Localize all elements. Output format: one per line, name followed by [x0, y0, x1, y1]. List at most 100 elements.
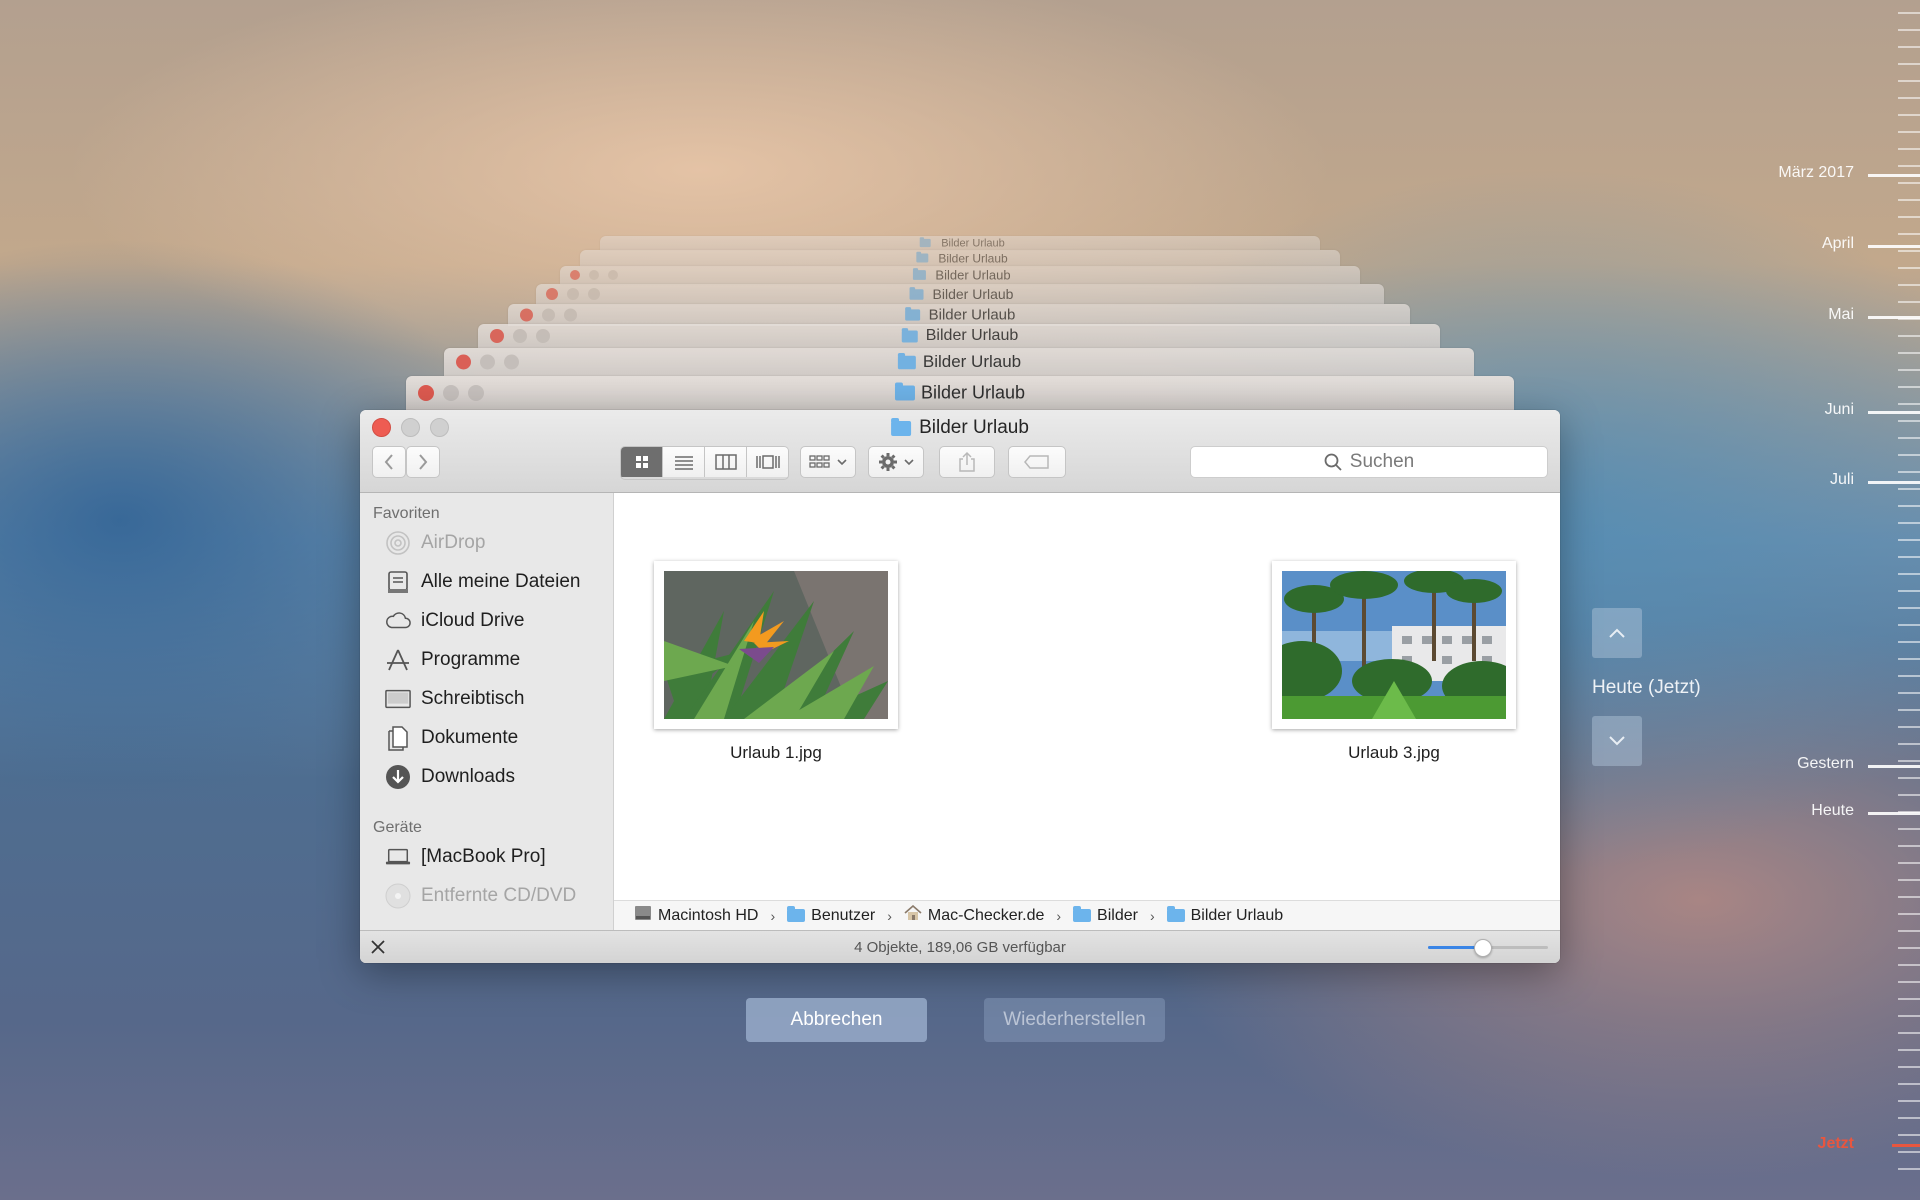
timeline-tick: [1898, 1015, 1920, 1017]
timeline-tick: [1898, 760, 1920, 762]
zoom-button[interactable]: [430, 418, 449, 437]
sidebar-toggle-icon[interactable]: [370, 939, 386, 960]
timeline-tick: [1898, 505, 1920, 507]
arrange-button[interactable]: [800, 446, 856, 478]
back-button[interactable]: [372, 446, 406, 478]
timeline-tick: [1898, 845, 1920, 847]
timeline-tick: [1898, 420, 1920, 422]
timeline-tick: [1898, 131, 1920, 133]
timeline-tick: [1898, 352, 1920, 354]
timeline-tick: [1898, 896, 1920, 898]
path-item-bilder-urlaub[interactable]: Bilder Urlaub: [1191, 907, 1283, 925]
share-icon: [959, 451, 975, 472]
list-view-button[interactable]: [663, 447, 705, 477]
sidebar-item-desktop[interactable]: Schreibtisch: [385, 685, 525, 713]
backup-window-8: Bilder Urlaub: [600, 236, 1320, 250]
sidebar-item-airdrop[interactable]: AirDrop: [385, 529, 485, 557]
list-icon: [674, 456, 693, 470]
sidebar-item-applications[interactable]: Programme: [385, 646, 520, 674]
path-item-benutzer[interactable]: Benutzer: [811, 907, 875, 925]
timeline-tick: [1898, 624, 1920, 626]
path-item-macintosh-hd[interactable]: Macintosh HD: [658, 907, 758, 925]
file-thumbnail-urlaub-1[interactable]: [654, 561, 898, 729]
timeline[interactable]: März 2017 April Mai Juni Juli Gestern He…: [1580, 0, 1920, 1200]
icon-size-slider[interactable]: [1428, 939, 1548, 957]
chevron-down-icon: [904, 459, 914, 466]
timeline-tick: [1898, 403, 1920, 405]
timeline-label[interactable]: Juni: [1825, 401, 1854, 419]
forward-button[interactable]: [406, 446, 440, 478]
timeline-label[interactable]: Gestern: [1797, 755, 1854, 773]
minimize-button[interactable]: [401, 418, 420, 437]
timeline-tick: [1898, 879, 1920, 881]
timeline-tick: [1898, 573, 1920, 575]
sidebar-item-icloud[interactable]: iCloud Drive: [385, 607, 524, 635]
cancel-button[interactable]: Abbrechen: [746, 998, 927, 1042]
timeline-label[interactable]: Heute: [1811, 802, 1854, 820]
restore-button[interactable]: Wiederherstellen: [984, 998, 1165, 1042]
tag-icon: [1024, 455, 1049, 469]
timeline-label[interactable]: März 2017: [1778, 164, 1854, 182]
timeline-tick: [1898, 726, 1920, 728]
timeline-tick: [1898, 216, 1920, 218]
timeline-tick: [1898, 488, 1920, 490]
timeline-tick: [1898, 828, 1920, 830]
airdrop-icon: [385, 530, 411, 556]
sidebar-item-label: AirDrop: [421, 532, 486, 553]
path-bar: Macintosh HD › Benutzer › Mac-Checker.de…: [614, 900, 1560, 930]
devices-header: Geräte: [373, 819, 422, 836]
folder-icon: [891, 417, 912, 436]
timeline-tick: [1898, 1151, 1920, 1153]
path-item-home[interactable]: Mac-Checker.de: [928, 907, 1045, 925]
timeline-major-tick: [1868, 411, 1920, 414]
file-name-label[interactable]: Urlaub 1.jpg: [654, 743, 898, 763]
file-name-label[interactable]: Urlaub 3.jpg: [1272, 743, 1516, 763]
gear-icon: [879, 453, 897, 471]
file-thumbnail-urlaub-3[interactable]: [1272, 561, 1516, 729]
share-button[interactable]: [939, 446, 995, 478]
timeline-tick: [1898, 1049, 1920, 1051]
timeline-tick: [1898, 471, 1920, 473]
tag-button[interactable]: [1008, 446, 1066, 478]
timeline-now-label[interactable]: Jetzt: [1818, 1135, 1854, 1153]
timeline-tick: [1898, 250, 1920, 252]
sidebar-item-label: iCloud Drive: [421, 610, 525, 631]
applications-icon: [385, 647, 411, 673]
backup-window-5: Bilder Urlaub: [536, 284, 1384, 304]
timeline-label[interactable]: Mai: [1828, 306, 1854, 324]
sidebar-item-documents[interactable]: Dokumente: [385, 724, 518, 752]
search-placeholder: Suchen: [1349, 451, 1415, 472]
timeline-tick: [1898, 709, 1920, 711]
sidebar-item-macbook[interactable]: [MacBook Pro]: [385, 843, 546, 871]
grid-icon: [635, 456, 648, 468]
window-title-label: Bilder Urlaub: [919, 417, 1029, 438]
timeline-major-tick: [1868, 812, 1920, 815]
timeline-label[interactable]: April: [1822, 235, 1854, 253]
timeline-now-tick: [1892, 1144, 1920, 1147]
timeline-label[interactable]: Juli: [1830, 471, 1854, 489]
timeline-tick: [1898, 658, 1920, 660]
timeline-tick: [1898, 539, 1920, 541]
sidebar-item-remote-disc[interactable]: Entfernte CD/DVD: [385, 882, 576, 910]
timeline-tick: [1898, 97, 1920, 99]
search-field[interactable]: Suchen: [1190, 446, 1548, 478]
desktop-icon: [385, 686, 411, 712]
downloads-icon: [385, 764, 411, 790]
icon-view-button[interactable]: [621, 447, 663, 477]
chevron-left-icon: [384, 454, 393, 470]
backup-window-1: Bilder Urlaub: [406, 376, 1514, 410]
timeline-tick: [1898, 335, 1920, 337]
sidebar-item-all-files[interactable]: Alle meine Dateien: [385, 568, 580, 596]
close-button[interactable]: [372, 418, 391, 437]
sidebar-item-downloads[interactable]: Downloads: [385, 763, 515, 791]
path-item-bilder[interactable]: Bilder: [1097, 907, 1138, 925]
all-files-icon: [385, 569, 411, 595]
sidebar-item-label: Programme: [421, 649, 521, 670]
column-view-button[interactable]: [705, 447, 747, 477]
backup-window-6: Bilder Urlaub: [560, 266, 1360, 284]
action-button[interactable]: [868, 446, 924, 478]
slider-knob[interactable]: [1474, 939, 1492, 957]
coverflow-view-button[interactable]: [747, 447, 788, 477]
documents-icon: [385, 725, 411, 751]
titlebar: Bilder Urlaub Suchen: [360, 410, 1560, 493]
